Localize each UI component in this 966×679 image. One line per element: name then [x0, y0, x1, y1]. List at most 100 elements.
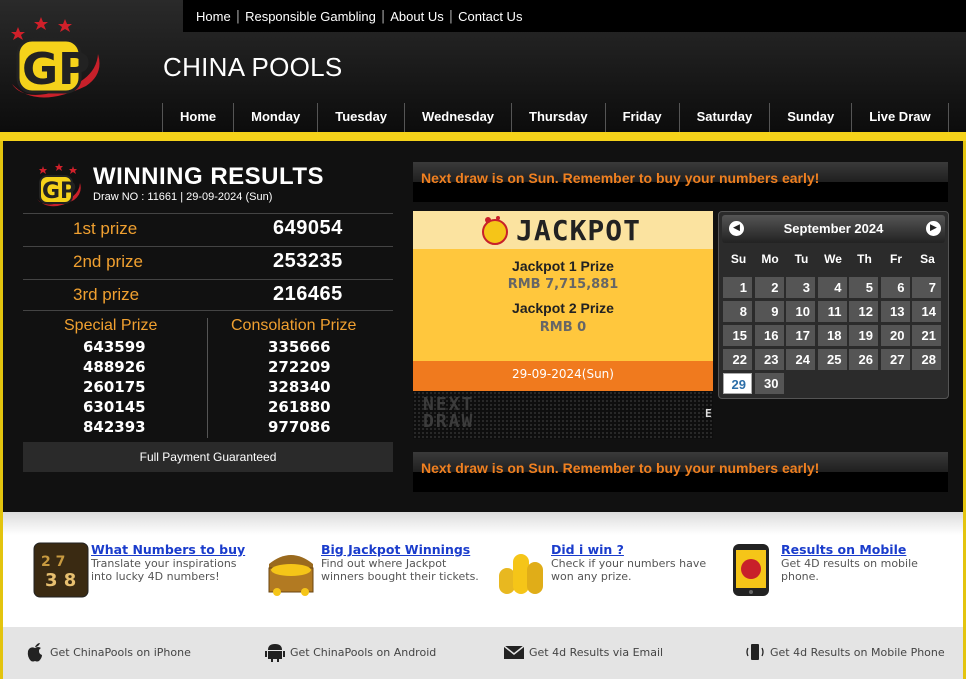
- calendar-day[interactable]: 13: [880, 301, 910, 322]
- jackpot-2-label: Jackpot 2 Prize: [512, 300, 614, 316]
- calendar-header: ◀ September 2024 ▶: [722, 215, 945, 243]
- calendar-day[interactable]: 7: [912, 277, 941, 298]
- calendar-day[interactable]: 8: [723, 301, 752, 322]
- calendar-day[interactable]: 25: [817, 349, 847, 370]
- jackpot-2-value: RMB 0: [539, 320, 587, 335]
- calendar-day[interactable]: 2: [754, 277, 784, 298]
- special-prize-number: 630145: [83, 398, 146, 416]
- nav-friday[interactable]: Friday: [604, 103, 679, 133]
- consolation-prize-number: 977086: [268, 418, 331, 436]
- special-prize-heading: Special Prize: [64, 317, 158, 334]
- prize-row-2nd: 2nd prize 253235: [23, 246, 393, 276]
- nav-home[interactable]: Home: [162, 103, 233, 133]
- consolation-prize-number: 335666: [268, 338, 331, 356]
- calendar-day[interactable]: 27: [880, 349, 910, 370]
- jackpot-date: 29-09-2024(Sun): [413, 361, 713, 391]
- calendar-day[interactable]: 21: [912, 325, 941, 346]
- treasure-chest-icon: [268, 555, 314, 596]
- nav-sunday[interactable]: Sunday: [769, 103, 851, 133]
- calendar-day[interactable]: 9: [754, 301, 784, 322]
- calendar-day[interactable]: 3: [786, 277, 815, 298]
- calendar-day[interactable]: 23: [754, 349, 784, 370]
- calendar-day[interactable]: 30: [754, 373, 784, 394]
- next-draw-notice-text: Next draw is on Sun. Remember to buy you…: [421, 460, 820, 476]
- calendar-day[interactable]: 1: [723, 277, 752, 298]
- footer-iphone-link[interactable]: Get ChinaPools on iPhone: [24, 642, 191, 662]
- china-pools-logo-icon[interactable]: GP: [6, 14, 102, 110]
- calendar-day[interactable]: 28: [912, 349, 941, 370]
- coin-icon: [482, 216, 508, 245]
- calendar-day[interactable]: 12: [849, 301, 878, 322]
- consolation-prize-number: 272209: [268, 358, 331, 376]
- feature-title-link[interactable]: Did i win ?: [551, 542, 624, 557]
- calendar-day[interactable]: 16: [754, 325, 784, 346]
- calendar-day[interactable]: 24: [786, 349, 815, 370]
- jackpot-header: JACKPOT: [413, 211, 713, 249]
- svg-text:GP: GP: [42, 179, 76, 204]
- calendar-day[interactable]: 10: [786, 301, 815, 322]
- results-logo-icon: GP: [37, 163, 81, 207]
- jackpot-1-label: Jackpot 1 Prize: [512, 258, 614, 274]
- calendar-day[interactable]: 5: [849, 277, 878, 298]
- prize-label: 1st prize: [73, 219, 138, 238]
- full-payment-banner: Full Payment Guaranteed: [23, 442, 393, 472]
- feature-description: Translate your inspirations into lucky 4…: [91, 557, 237, 583]
- next-month-icon[interactable]: ▶: [926, 221, 941, 236]
- prize-label: 2nd prize: [73, 252, 143, 271]
- topnav-about-link[interactable]: About Us: [385, 9, 448, 24]
- feature-description: Get 4D results on mobile phone.: [781, 557, 918, 583]
- prize-label: 3rd prize: [73, 285, 140, 304]
- calendar-day[interactable]: 26: [849, 349, 878, 370]
- calendar-day[interactable]: 4: [817, 277, 847, 298]
- led-line: DRAW: [423, 411, 475, 432]
- prize-number: 649054: [273, 217, 343, 239]
- footer-android-link[interactable]: Get ChinaPools on Android: [264, 642, 436, 662]
- calendar-day[interactable]: 19: [849, 325, 878, 346]
- calendar-day[interactable]: 11: [817, 301, 847, 322]
- header: GP Home | Responsible Gambling | About U…: [0, 0, 966, 133]
- consolation-prize-number: 328340: [268, 378, 331, 396]
- special-prize-number: 842393: [83, 418, 146, 436]
- calendar-day[interactable]: 17: [786, 325, 815, 346]
- jackpot-1-value: RMB 7,715,881: [507, 277, 619, 292]
- calendar-day[interactable]: 15: [723, 325, 752, 346]
- prize-row-3rd: 3rd prize 216465: [23, 279, 393, 311]
- calendar-day[interactable]: 6: [880, 277, 910, 298]
- special-prize-list: 643599 488926 260175 630145 842393: [83, 337, 146, 437]
- nav-monday[interactable]: Monday: [233, 103, 317, 133]
- calendar-weekday: Tu: [794, 252, 809, 266]
- calendar-day[interactable]: 18: [817, 325, 847, 346]
- footer-link-text: Get 4d Results on Mobile Phone: [770, 645, 945, 659]
- brand-name: CHINA POOLS: [163, 52, 343, 82]
- svg-text:3 8: 3 8: [45, 570, 76, 591]
- calendar-day[interactable]: 20: [880, 325, 910, 346]
- feature-title-link[interactable]: Results on Mobile: [781, 542, 906, 557]
- mobile-phone-icon: [733, 544, 769, 596]
- led-text: NEXT DRAW: [423, 396, 475, 432]
- topnav-contact-link[interactable]: Contact Us: [453, 9, 527, 24]
- topnav-responsible-gambling-link[interactable]: Responsible Gambling: [240, 9, 381, 24]
- nav-thursday[interactable]: Thursday: [511, 103, 605, 133]
- footer-email-link[interactable]: Get 4d Results via Email: [503, 642, 663, 662]
- calendar-weekday: Mo: [761, 252, 779, 266]
- calendar-day[interactable]: 14: [912, 301, 941, 322]
- footer-mobile-link[interactable]: Get 4d Results on Mobile Phone: [744, 642, 945, 662]
- consolation-prize-number: 261880: [268, 398, 331, 416]
- feature-title-link[interactable]: Big Jackpot Winnings: [321, 542, 470, 557]
- nav-saturday[interactable]: Saturday: [678, 103, 770, 133]
- calendar-day[interactable]: 22: [723, 349, 752, 370]
- nav-tuesday[interactable]: Tuesday: [317, 103, 404, 133]
- prize-number: 253235: [273, 250, 343, 272]
- next-draw-notice-text: Next draw is on Sun. Remember to buy you…: [421, 170, 820, 186]
- nav-live-draw[interactable]: Live Draw: [851, 103, 949, 133]
- feature-title-link[interactable]: What Numbers to buy: [91, 542, 245, 557]
- apple-icon: [27, 643, 42, 662]
- nav-wednesday[interactable]: Wednesday: [404, 103, 511, 133]
- calendar: ◀ September 2024 ▶ Su Mo Tu We Th Fr Sa 1 2 3 4 5 6 7…: [718, 211, 949, 399]
- topnav-home-link[interactable]: Home: [191, 9, 236, 24]
- coins-icon: [499, 554, 543, 594]
- special-prize-number: 643599: [83, 338, 146, 356]
- svg-text:2 7: 2 7: [41, 554, 65, 570]
- next-draw-led-board: NEXT DRAW E: [413, 391, 713, 439]
- calendar-day[interactable]: 29: [723, 373, 752, 394]
